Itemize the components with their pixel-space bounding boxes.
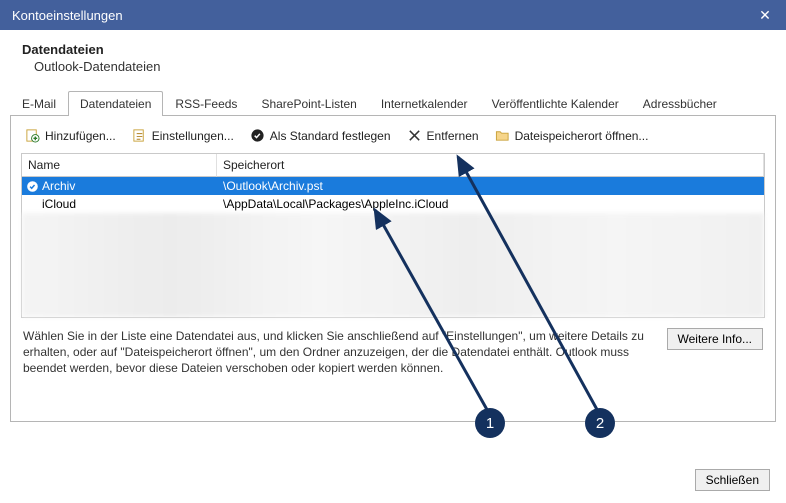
callout-1: 1	[475, 408, 505, 438]
close-icon[interactable]: ✕	[756, 7, 774, 24]
default-label: Als Standard festlegen	[270, 129, 391, 143]
add-label: Hinzufügen...	[45, 129, 116, 143]
data-table: Name Speicherort Archiv \Outlook\Archiv.…	[21, 153, 765, 318]
row-name: iCloud	[42, 197, 217, 211]
toolbar: Hinzufügen... Einstellungen... Als Stand…	[21, 126, 765, 153]
remove-label: Entfernen	[427, 129, 479, 143]
tab-sharepoint[interactable]: SharePoint-Listen	[249, 91, 368, 116]
checkmark-circle-icon	[250, 128, 265, 143]
add-button[interactable]: Hinzufügen...	[25, 128, 116, 143]
more-info-button[interactable]: Weitere Info...	[667, 328, 763, 350]
tab-published-calendar[interactable]: Veröffentlichte Kalender	[480, 91, 631, 116]
tab-rss[interactable]: RSS-Feeds	[163, 91, 249, 116]
page-heading: Datendateien Outlook-Datendateien	[0, 30, 786, 82]
tab-addressbooks[interactable]: Adressbücher	[631, 91, 729, 116]
redacted-rows	[22, 213, 764, 317]
callout-2: 2	[585, 408, 615, 438]
open-location-button[interactable]: Dateispeicherort öffnen...	[495, 128, 649, 143]
add-file-icon	[25, 128, 40, 143]
remove-button[interactable]: Entfernen	[407, 128, 479, 143]
remove-x-icon	[407, 128, 422, 143]
table-row[interactable]: Archiv \Outlook\Archiv.pst	[22, 177, 764, 195]
folder-open-icon	[495, 128, 510, 143]
settings-button[interactable]: Einstellungen...	[132, 128, 234, 143]
row-location: \AppData\Local\Packages\AppleInc.iCloud	[217, 197, 764, 211]
tab-datafiles[interactable]: Datendateien	[68, 91, 163, 116]
column-location[interactable]: Speicherort	[217, 154, 764, 177]
bottom-area: Wählen Sie in der Liste eine Datendatei …	[21, 318, 765, 377]
settings-label: Einstellungen...	[152, 129, 234, 143]
column-name[interactable]: Name	[22, 154, 217, 177]
tab-email[interactable]: E-Mail	[10, 91, 68, 116]
close-button[interactable]: Schließen	[695, 469, 770, 491]
heading-subtitle: Outlook-Datendateien	[22, 59, 764, 74]
tabstrip: E-Mail Datendateien RSS-Feeds SharePoint…	[10, 90, 776, 116]
window-title: Kontoeinstellungen	[12, 8, 123, 23]
row-name: Archiv	[42, 179, 217, 193]
description-text: Wählen Sie in der Liste eine Datendatei …	[23, 328, 657, 377]
table-row[interactable]: iCloud \AppData\Local\Packages\AppleInc.…	[22, 195, 764, 213]
set-default-button[interactable]: Als Standard festlegen	[250, 128, 391, 143]
row-location: \Outlook\Archiv.pst	[217, 179, 764, 193]
openloc-label: Dateispeicherort öffnen...	[515, 129, 649, 143]
table-body: Archiv \Outlook\Archiv.pst iCloud \AppDa…	[22, 177, 764, 317]
settings-file-icon	[132, 128, 147, 143]
tab-internet-calendar[interactable]: Internetkalender	[369, 91, 480, 116]
tab-panel: Hinzufügen... Einstellungen... Als Stand…	[10, 116, 776, 422]
footer: Schließen	[695, 469, 770, 491]
heading-title: Datendateien	[22, 42, 764, 57]
titlebar: Kontoeinstellungen ✕	[0, 0, 786, 30]
default-indicator-icon	[22, 180, 42, 193]
table-header: Name Speicherort	[22, 154, 764, 177]
